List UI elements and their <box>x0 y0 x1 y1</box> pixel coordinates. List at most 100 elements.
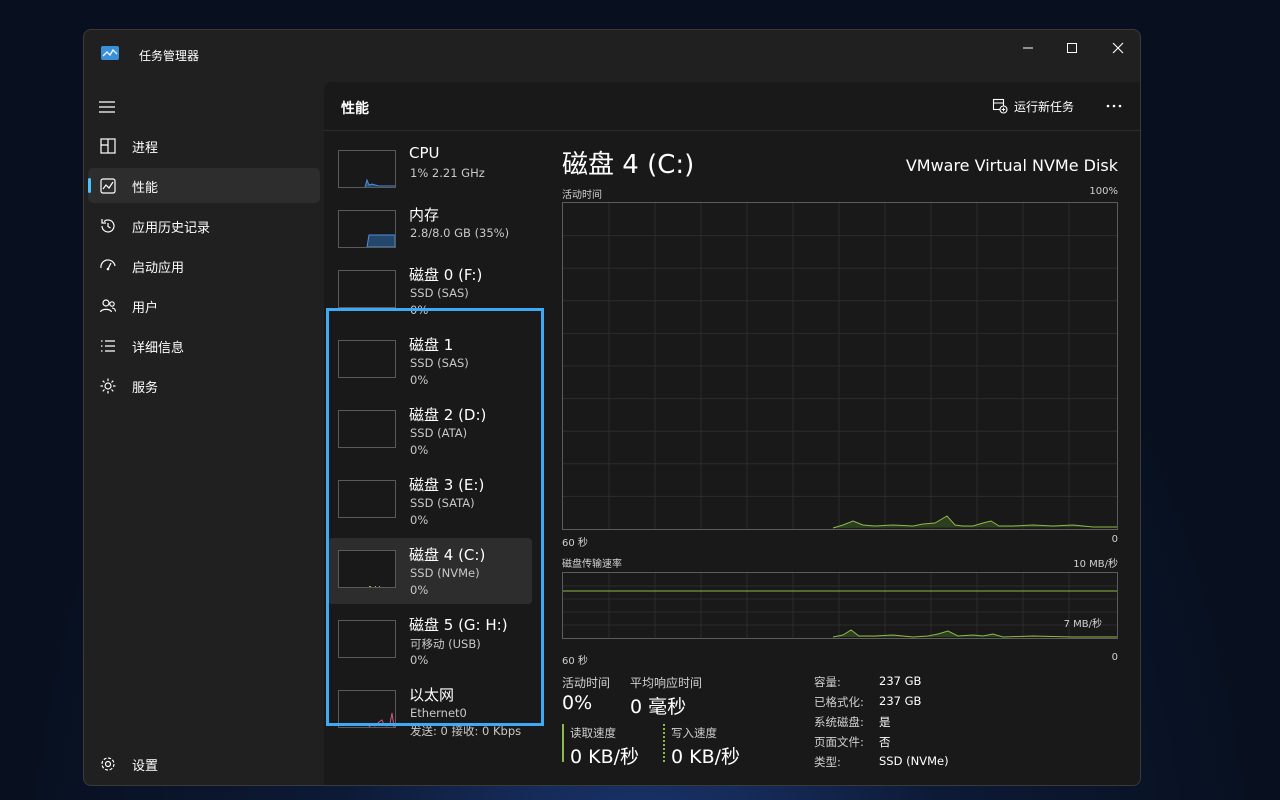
resource-detail: SSD (ATA) <box>410 426 468 440</box>
active-time-graph-xright: 0 <box>1111 534 1118 545</box>
resource-item-disk-1[interactable]: 磁盘 1 SSD (SAS) 0% <box>328 328 532 394</box>
resource-detail: 1% 2.21 GHz <box>410 166 485 180</box>
read-speed-label: 读取速度 <box>570 726 616 740</box>
app-history-icon <box>101 219 115 233</box>
close-icon <box>1112 42 1124 54</box>
sidebar-item-label: 服务 <box>132 381 159 396</box>
property-key: 类型: <box>814 755 841 769</box>
resource-usage: 0% <box>410 513 429 527</box>
minimize-icon <box>1023 47 1033 49</box>
sidebar-item-users[interactable]: 用户 <box>88 288 320 323</box>
write-speed-marker <box>663 724 665 762</box>
resource-item-disk-2[interactable]: 磁盘 2 (D:) SSD (ATA) 0% <box>328 398 532 464</box>
property-value: 237 GB <box>879 694 922 708</box>
write-speed-value: 0 KB/秒 <box>671 746 741 768</box>
resource-detail: SSD (NVMe) <box>410 566 480 580</box>
resource-item-cpu[interactable]: CPU 1% 2.21 GHz <box>328 138 532 204</box>
resource-detail: SSD (SAS) <box>410 286 469 300</box>
startup-apps-icon <box>100 259 116 271</box>
sidebar-item-services[interactable]: 服务 <box>88 368 320 403</box>
resource-usage: 0% <box>410 373 429 387</box>
sidebar-item-settings[interactable]: 设置 <box>88 746 320 781</box>
page-title: 性能 <box>341 101 369 117</box>
resource-item-disk-5[interactable]: 磁盘 5 (G: H:) 可移动 (USB) 0% <box>328 608 532 674</box>
run-new-task-label: 运行新任务 <box>1014 99 1075 114</box>
close-button[interactable] <box>1107 38 1129 58</box>
run-new-task-button[interactable]: 运行新任务 <box>992 94 1074 118</box>
disk-thumbnail-graph <box>338 620 396 658</box>
avg-response-value: 0 毫秒 <box>630 696 687 718</box>
sidebar-item-performance[interactable]: 性能 <box>88 168 320 203</box>
disk-thumbnail-graph <box>338 410 396 448</box>
users-icon <box>99 299 117 313</box>
read-speed-marker <box>562 724 564 762</box>
sidebar-item-processes[interactable]: 进程 <box>88 128 320 163</box>
resource-usage: 0% <box>410 443 429 457</box>
disk-thumbnail-graph <box>338 480 396 518</box>
transfer-rate-graph <box>562 572 1118 639</box>
resource-name: CPU <box>409 144 440 162</box>
details-icon <box>101 340 115 352</box>
property-key: 已格式化: <box>814 695 864 709</box>
property-key: 页面文件: <box>814 735 864 749</box>
resource-item-disk-3[interactable]: 磁盘 3 (E:) SSD (SATA) 0% <box>328 468 532 534</box>
resource-name: 以太网 <box>409 686 455 704</box>
resource-usage: 0% <box>410 583 429 597</box>
sidebar-item-label: 启动应用 <box>132 261 185 276</box>
resource-name: 磁盘 0 (F:) <box>409 266 483 284</box>
avg-response-label: 平均响应时间 <box>630 676 703 690</box>
resource-item-disk-4[interactable]: 磁盘 4 (C:) SSD (NVMe) 0% <box>328 538 532 604</box>
resource-name: 磁盘 2 (D:) <box>409 406 487 424</box>
active-time-value: 0% <box>562 692 593 714</box>
transfer-rate-graph-xright: 0 <box>1111 652 1118 663</box>
resource-usage: 0% <box>410 653 429 667</box>
resource-name: 磁盘 4 (C:) <box>409 546 486 564</box>
more-options-icon <box>1106 104 1122 108</box>
window-title: 任务管理器 <box>139 49 200 63</box>
disk-thumbnail-graph <box>338 340 396 378</box>
detail-title: 磁盘 4 (C:) <box>562 150 695 180</box>
write-speed-label: 写入速度 <box>671 726 717 740</box>
task-manager-window: 任务管理器 进程 性能 应用历史记录 启动应用 用户 详细信息 服务 设置 性能… <box>83 29 1141 786</box>
memory-thumbnail-graph <box>338 210 396 248</box>
resource-item-disk-0[interactable]: 磁盘 0 (F:) SSD (SAS) 0% <box>328 258 532 324</box>
hamburger-menu-icon[interactable] <box>98 100 116 114</box>
sidebar-item-label: 详细信息 <box>132 341 185 356</box>
task-manager-icon <box>101 46 119 60</box>
sidebar-item-startup-apps[interactable]: 启动应用 <box>88 248 320 283</box>
property-value: 237 GB <box>879 674 922 688</box>
sidebar-item-label: 进程 <box>132 141 159 156</box>
minimize-button[interactable] <box>1017 38 1039 58</box>
resource-item-ethernet[interactable]: 以太网 Ethernet0 发送: 0 接收: 0 Kbps <box>328 678 532 744</box>
sidebar-item-details[interactable]: 详细信息 <box>88 328 320 363</box>
title-bar: 任务管理器 <box>84 30 1140 82</box>
maximize-button[interactable] <box>1061 38 1083 58</box>
property-value: SSD (NVMe) <box>879 754 949 768</box>
maximize-icon <box>1067 43 1077 53</box>
sidebar-item-app-history[interactable]: 应用历史记录 <box>88 208 320 243</box>
cpu-thumbnail-graph <box>338 150 396 188</box>
property-key: 容量: <box>814 675 841 689</box>
disk-thumbnail-graph <box>338 550 396 588</box>
read-speed-value: 0 KB/秒 <box>570 746 640 768</box>
resource-name: 磁盘 5 (G: H:) <box>409 616 508 634</box>
settings-label: 设置 <box>132 759 159 774</box>
ethernet-thumbnail-graph <box>338 690 396 728</box>
property-value: 是 <box>879 715 891 729</box>
settings-gear-icon <box>101 757 115 771</box>
resource-detail: SSD (SATA) <box>410 496 475 510</box>
disk-model: VMware Virtual NVMe Disk <box>905 156 1118 175</box>
more-options-button[interactable] <box>1102 94 1126 118</box>
resource-name: 内存 <box>409 206 440 224</box>
property-value: 否 <box>879 735 891 749</box>
sidebar-item-label: 性能 <box>132 181 159 196</box>
performance-icon <box>100 178 116 194</box>
transfer-rate-graph-xleft: 60 秒 <box>562 656 588 667</box>
resource-name: 磁盘 3 (E:) <box>409 476 485 494</box>
active-time-label: 活动时间 <box>562 676 611 690</box>
resource-name: 磁盘 1 <box>409 336 454 354</box>
resource-item-memory[interactable]: 内存 2.8/8.0 GB (35%) <box>328 198 532 264</box>
transfer-rate-series-line <box>832 629 1117 638</box>
main-content: 性能 运行新任务 CPU 1% 2.21 GHz 内存 2.8/8.0 GB (… <box>324 82 1140 785</box>
resource-usage: 0% <box>410 303 429 317</box>
